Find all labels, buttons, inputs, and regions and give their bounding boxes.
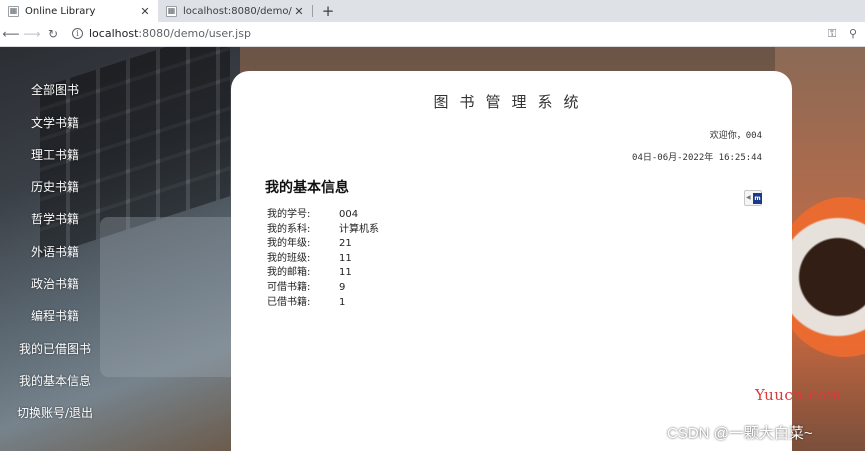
info-value: 9 xyxy=(339,281,346,293)
zoom-icon[interactable]: ⚲ xyxy=(849,27,861,41)
background-trackpad-image xyxy=(100,217,240,377)
info-label: 我的年级: xyxy=(267,238,311,250)
close-tab-icon[interactable]: ✕ xyxy=(138,4,152,18)
extension-logo-icon: m xyxy=(753,193,762,204)
sidebar-item-my-borrowed[interactable]: 我的已借图书 xyxy=(0,339,110,359)
sidebar-item-philosophy[interactable]: 哲学书籍 xyxy=(0,209,110,229)
page-favicon-icon: ▦ xyxy=(8,5,19,17)
main-content-card: 图书管理系统 欢迎你，004 04日-06月-2022年 16:25:44 我的… xyxy=(231,71,792,451)
info-value: 11 xyxy=(339,252,352,264)
page-title: 图书管理系统 xyxy=(433,93,590,111)
sidebar-item-switch-logout[interactable]: 切换账号/退出 xyxy=(0,403,110,423)
new-tab-button[interactable]: + xyxy=(320,2,336,20)
section-title: 我的基本信息 xyxy=(265,180,349,196)
sidebar-item-literature[interactable]: 文学书籍 xyxy=(0,113,110,133)
tab-title: localhost:8080/demo/userCho xyxy=(183,5,292,17)
address-bar[interactable]: localhost:8080/demo/user.jsp xyxy=(89,26,251,42)
page-viewport: 全部图书 文学书籍 理工书籍 历史书籍 哲学书籍 外语书籍 政治书籍 编程书籍 … xyxy=(0,47,865,451)
key-icon[interactable]: ⚿ xyxy=(828,27,840,41)
url-path: :8080/demo/user.jsp xyxy=(138,27,251,40)
info-label: 我的班级: xyxy=(267,252,311,264)
sidebar-item-history[interactable]: 历史书籍 xyxy=(0,177,110,197)
browser-tab-bar: ▦ Online Library ✕ ▦ localhost:8080/demo… xyxy=(0,0,865,22)
sidebar-item-my-info[interactable]: 我的基本信息 xyxy=(0,371,110,391)
forward-arrow-icon[interactable]: ⟶ xyxy=(23,26,40,42)
info-label: 可借书籍: xyxy=(267,281,311,293)
info-value: 11 xyxy=(339,267,352,279)
extension-widget-button[interactable]: ◀ m xyxy=(744,190,762,206)
tab-online-library[interactable]: ▦ Online Library ✕ xyxy=(0,0,158,22)
info-value: 004 xyxy=(339,209,359,220)
back-arrow-icon[interactable]: ⟵ xyxy=(2,26,19,42)
tab-user-choose[interactable]: ▦ localhost:8080/demo/userCho ✕ xyxy=(158,0,312,22)
current-datetime: 04日-06月-2022年 16:25:44 xyxy=(632,153,762,163)
sidebar-item-foreign-lang[interactable]: 外语书籍 xyxy=(0,242,110,262)
reload-icon[interactable]: ↻ xyxy=(45,26,61,42)
info-label: 我的系科: xyxy=(267,223,311,235)
info-label: 已借书籍: xyxy=(267,296,311,308)
info-value: 21 xyxy=(339,238,352,250)
info-value: 1 xyxy=(339,296,346,308)
close-tab-icon[interactable]: ✕ xyxy=(292,4,306,18)
tab-separator xyxy=(312,5,313,17)
info-label: 我的邮箱: xyxy=(267,267,311,279)
welcome-text: 欢迎你，004 xyxy=(709,131,762,141)
info-label: 我的学号: xyxy=(267,209,311,220)
watermark-yuucn: Yuucn.com xyxy=(755,386,842,404)
browser-toolbar: ⟵ ⟶ ↻ i localhost:8080/demo/user.jsp ⚿ ⚲ xyxy=(0,22,865,47)
caret-left-icon: ◀ xyxy=(746,194,751,201)
sidebar-menu: 全部图书 文学书籍 理工书籍 历史书籍 哲学书籍 外语书籍 政治书籍 编程书籍 … xyxy=(0,47,110,451)
site-info-icon[interactable]: i xyxy=(72,28,83,39)
url-host: localhost xyxy=(89,27,139,40)
sidebar-item-science[interactable]: 理工书籍 xyxy=(0,145,110,165)
sidebar-item-all-books[interactable]: 全部图书 xyxy=(0,80,110,100)
sidebar-item-politics[interactable]: 政治书籍 xyxy=(0,274,110,294)
page-favicon-icon: ▦ xyxy=(166,5,177,17)
watermark-csdn: CSDN @一颗大白菜~ xyxy=(667,425,813,442)
sidebar-item-programming[interactable]: 编程书籍 xyxy=(0,306,110,326)
tab-title: Online Library xyxy=(25,5,96,17)
info-value: 计算机系 xyxy=(339,223,379,235)
